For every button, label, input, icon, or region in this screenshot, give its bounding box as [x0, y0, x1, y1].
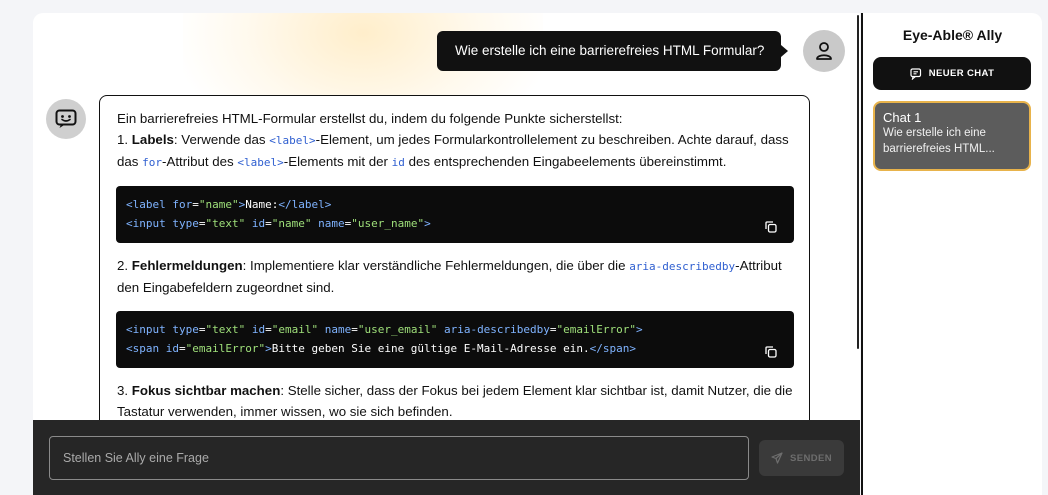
user-message-text: Wie erstelle ich eine barrierefreies HTM… [455, 43, 765, 58]
bot-intro: Ein barrierefreies HTML-Formular erstell… [117, 111, 623, 126]
code-line: <span id="emailError">Bitte geben Sie ei… [126, 342, 636, 355]
message-composer: SENDEN [33, 420, 860, 495]
chat-scrollbar-thumb[interactable] [857, 15, 859, 349]
send-button-label: SENDEN [790, 452, 832, 464]
code-line: <input type="text" id="email" name="user… [126, 323, 643, 336]
copy-code-button[interactable] [764, 345, 778, 359]
chat-item-title: Chat 1 [883, 110, 922, 125]
user-icon [816, 42, 832, 60]
sidebar: Eye-Able® Ally NEUER CHAT Chat 1 Wie ers… [861, 13, 1042, 495]
code-block-email: <input type="text" id="email" name="user… [116, 311, 794, 368]
code-line: <input type="text" id="name" name="user_… [126, 217, 431, 230]
user-avatar [803, 30, 845, 72]
chat-panel: Wie erstelle ich eine barrierefreies HTM… [33, 13, 860, 495]
question-input[interactable] [49, 436, 749, 480]
copy-icon [765, 221, 777, 233]
bot-point-2: 2. Fehlermeldungen: Implementiere klar v… [117, 258, 782, 295]
code-line: <label for="name">Name:</label> [126, 198, 332, 211]
new-chat-icon [910, 67, 921, 80]
new-chat-label: NEUER CHAT [928, 68, 995, 79]
bot-icon [55, 109, 77, 128]
bot-point-1: 1. Labels: Verwende das <label>-Element,… [117, 132, 789, 169]
chat-item-snippet: Wie erstelle ich eine barrierefreies HTM… [883, 127, 995, 155]
send-button[interactable]: SENDEN [759, 440, 844, 476]
new-chat-button[interactable]: NEUER CHAT [873, 57, 1031, 90]
bot-avatar [46, 99, 86, 139]
paper-plane-icon [771, 452, 783, 464]
bot-message-bubble: Ein barrierefreies HTML-Formular erstell… [99, 95, 810, 455]
copy-icon [765, 346, 777, 358]
bot-point-3: 3. Fokus sichtbar machen: Stelle sicher,… [117, 383, 793, 419]
chat-list-item[interactable]: Chat 1 Wie erstelle ich eine barrierefre… [873, 101, 1031, 171]
code-block-label: <label for="name">Name:</label> <input ty… [116, 186, 794, 243]
brand-title: Eye-Able® Ally [902, 27, 1003, 43]
user-message-bubble: Wie erstelle ich eine barrierefreies HTM… [437, 31, 789, 71]
copy-code-button[interactable] [764, 220, 778, 234]
